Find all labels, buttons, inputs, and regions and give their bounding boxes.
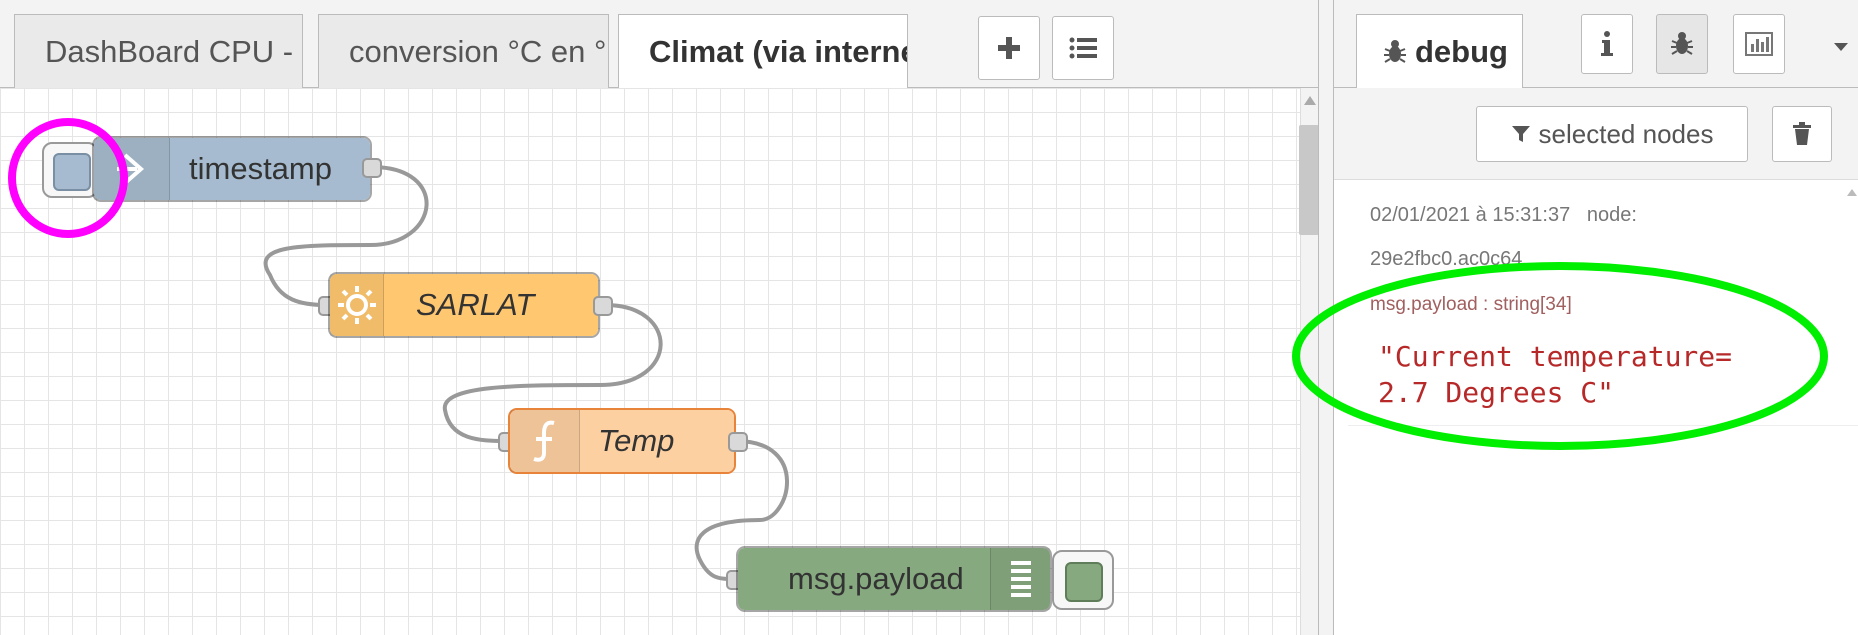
canvas-scroll-thumb[interactable] bbox=[1299, 125, 1319, 235]
sun-icon bbox=[337, 286, 376, 324]
caret-down-icon bbox=[1834, 43, 1848, 51]
debug-message-header: 02/01/2021 à 15:31:37 node: bbox=[1370, 204, 1637, 227]
node-debug[interactable]: msg.payload bbox=[736, 546, 1052, 612]
node-temp-output-port[interactable] bbox=[728, 432, 748, 452]
sidebar-debug-button[interactable] bbox=[1656, 14, 1708, 74]
sidebar-menu-dropdown[interactable] bbox=[1828, 34, 1854, 60]
sidebar-info-button[interactable] bbox=[1581, 14, 1633, 74]
node-temp-label: Temp bbox=[598, 423, 675, 458]
debug-toggle-face bbox=[1065, 562, 1103, 602]
node-timestamp[interactable]: timestamp bbox=[92, 136, 372, 202]
flow-wires bbox=[263, 165, 789, 582]
annotation-circle-magenta bbox=[8, 118, 128, 238]
filter-selected-nodes-button[interactable]: selected nodes bbox=[1476, 106, 1748, 162]
node-sarlat-label: SARLAT bbox=[416, 287, 535, 322]
info-icon bbox=[1601, 31, 1613, 56]
node-sarlat-icon-area bbox=[330, 274, 384, 336]
function-icon bbox=[532, 420, 554, 462]
debug-toggle-button[interactable] bbox=[1052, 550, 1114, 610]
node-sarlat-output-port[interactable] bbox=[593, 296, 613, 316]
trash-icon bbox=[1793, 122, 1811, 145]
node-temp-icon-area bbox=[510, 410, 580, 472]
node-debug-label: msg.payload bbox=[788, 561, 964, 596]
node-timestamp-label: timestamp bbox=[189, 151, 332, 186]
bug-icon bbox=[1384, 40, 1406, 63]
scroll-up-icon bbox=[1304, 96, 1316, 105]
bug-icon bbox=[1671, 32, 1693, 55]
node-temp[interactable]: Temp bbox=[508, 408, 736, 474]
chart-icon bbox=[1745, 32, 1773, 56]
list-lines-icon bbox=[1010, 561, 1031, 597]
node-timestamp-output-port[interactable] bbox=[362, 158, 382, 178]
debug-scroll-up-icon bbox=[1846, 186, 1858, 206]
clear-debug-button[interactable] bbox=[1772, 106, 1832, 162]
debug-message-timestamp: 02/01/2021 à 15:31:37 bbox=[1370, 204, 1571, 226]
annotation-ellipse-green bbox=[1292, 262, 1828, 450]
debug-message-node-label: node: bbox=[1586, 204, 1637, 226]
sidebar-tab-debug[interactable]: debug bbox=[1356, 14, 1523, 89]
funnel-icon bbox=[1511, 126, 1530, 142]
node-sarlat[interactable]: SARLAT bbox=[328, 272, 600, 338]
sidebar-dashboard-button[interactable] bbox=[1733, 14, 1785, 74]
node-debug-icon-area bbox=[990, 548, 1050, 610]
